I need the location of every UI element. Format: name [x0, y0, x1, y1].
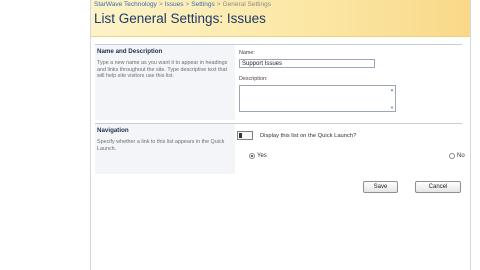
yes-radio[interactable] — [249, 153, 255, 159]
description-textarea[interactable]: ▲ ▼ — [239, 85, 396, 112]
section-info-panel: Name and Description Type a new name as … — [95, 45, 235, 120]
quick-launch-question: Display this list on the Quick Launch? — [260, 133, 357, 139]
section-description: Specify whether a link to this list appe… — [97, 139, 225, 152]
yes-label: Yes — [257, 153, 267, 159]
page-title: List General Settings: Issues — [94, 11, 266, 26]
breadcrumb-site[interactable]: StarWave Technology — [94, 1, 157, 8]
section-heading: Name and Description — [97, 48, 163, 55]
breadcrumb-settings[interactable]: Settings — [191, 1, 215, 8]
title-band: StarWave Technology > Issues > Settings > Gene… — [91, 0, 470, 37]
no-radio[interactable] — [449, 153, 455, 159]
breadcrumb-separator: > — [158, 1, 163, 8]
breadcrumb-separator: > — [216, 1, 221, 8]
cancel-button[interactable]: Cancel — [415, 181, 461, 193]
breadcrumb: StarWave Technology > Issues > Settings > Gene… — [94, 1, 271, 8]
left-gutter — [0, 0, 90, 270]
quick-launch-icon — [237, 131, 253, 140]
name-input[interactable]: Support Issues — [239, 59, 375, 68]
section-info-panel: Navigation Specify whether a link to thi… — [95, 124, 235, 174]
name-label: Name: — [239, 50, 255, 56]
name-description-section: Name and Description Type a new name as … — [95, 44, 462, 120]
section-heading: Navigation — [97, 127, 129, 134]
settings-page: StarWave Technology > Issues > Settings > Gene… — [90, 0, 471, 270]
section-fields: Display this list on the Quick Launch? Y… — [235, 124, 465, 174]
description-label: Description: — [239, 76, 268, 82]
scroll-up-icon[interactable]: ▲ — [390, 87, 394, 92]
breadcrumb-current: General Settings — [222, 1, 271, 8]
scroll-down-icon[interactable]: ▼ — [390, 105, 394, 110]
section-fields: Name: Support Issues Description: ▲ ▼ — [235, 45, 462, 120]
navigation-section: Navigation Specify whether a link to thi… — [95, 123, 465, 174]
no-label: No — [457, 153, 465, 159]
section-description: Type a new name as you want it to appear… — [97, 60, 228, 80]
breadcrumb-list[interactable]: Issues — [165, 1, 184, 8]
save-button[interactable]: Save — [363, 181, 398, 193]
